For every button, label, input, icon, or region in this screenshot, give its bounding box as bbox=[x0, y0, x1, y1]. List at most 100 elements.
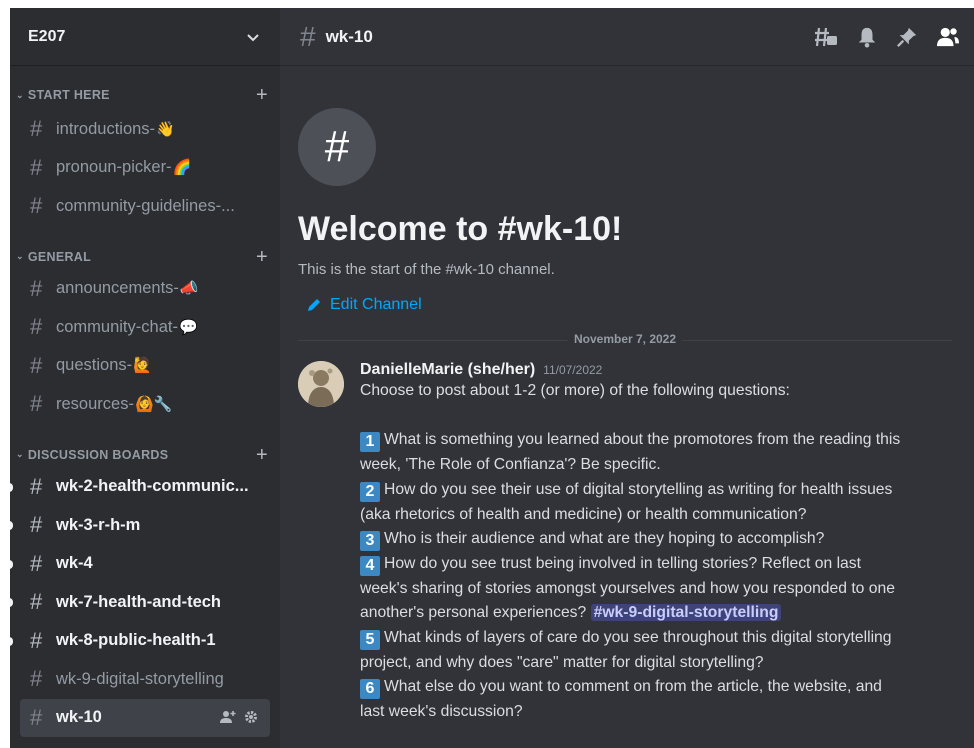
channel-name: resources- bbox=[56, 394, 134, 413]
channel-item[interactable]: # wk-9-digital-storytelling bbox=[20, 660, 270, 699]
channel-name: pronoun-picker- bbox=[56, 158, 172, 177]
channel-item[interactable]: # community-chat-💬 bbox=[20, 308, 270, 347]
category-header[interactable]: ⌄ START HERE + bbox=[10, 82, 280, 108]
channel-name: wk-9-digital-storytelling bbox=[56, 669, 224, 688]
question-3-text: Who is their audience and what are they … bbox=[384, 530, 825, 548]
hash-icon: # bbox=[30, 154, 43, 180]
hash-icon: # bbox=[30, 473, 43, 499]
channel-name: wk-7-health-and-tech bbox=[56, 592, 222, 611]
channel-title: wk-10 bbox=[325, 26, 373, 46]
question-5: 5 What kinds of layers of care do you see… bbox=[360, 626, 905, 675]
channel-item[interactable]: # wk-7-health-and-tech bbox=[10, 583, 270, 622]
channel-emoji: 🙆🔧 bbox=[134, 395, 173, 413]
hash-icon: # bbox=[30, 512, 43, 538]
hash-icon: # bbox=[30, 391, 43, 417]
add-channel-icon[interactable]: + bbox=[256, 445, 268, 465]
question-3: 3 Who is their audience and what are they… bbox=[360, 527, 905, 552]
chevron-down-icon: ⌄ bbox=[16, 449, 24, 459]
hash-icon: # bbox=[30, 352, 43, 378]
channel-item[interactable]: # questions-🙋 bbox=[20, 347, 270, 386]
keycap-2-icon: 2 bbox=[360, 481, 380, 502]
channel-item[interactable]: # resources-🙆🔧 bbox=[20, 385, 270, 424]
hash-icon: # bbox=[30, 275, 43, 301]
hash-icon: # bbox=[300, 20, 316, 52]
add-channel-icon[interactable]: + bbox=[256, 85, 268, 105]
keycap-5-icon: 5 bbox=[360, 630, 380, 651]
channel-name: community-chat- bbox=[56, 317, 178, 336]
hash-icon: # bbox=[30, 589, 43, 615]
hash-icon: # bbox=[30, 550, 43, 576]
date-divider-label: November 7, 2022 bbox=[567, 332, 683, 346]
category-header[interactable]: ⌄ GENERAL + bbox=[10, 244, 280, 270]
unread-indicator bbox=[10, 482, 13, 492]
hash-icon: # bbox=[30, 193, 43, 219]
keycap-4-icon: 4 bbox=[360, 555, 380, 576]
gear-icon[interactable] bbox=[244, 710, 258, 724]
hash-icon: # bbox=[30, 704, 43, 730]
invite-icon[interactable] bbox=[220, 710, 236, 724]
channel-item[interactable]: # announcements-📣 bbox=[20, 270, 270, 309]
message-author[interactable]: DanielleMarie (she/her) bbox=[360, 361, 535, 379]
avatar[interactable] bbox=[298, 361, 344, 407]
channel-name: announcements- bbox=[56, 279, 179, 298]
pin-icon[interactable] bbox=[896, 26, 918, 48]
channel-item[interactable]: # introductions-👋 bbox=[20, 110, 270, 149]
category-header[interactable]: ⌄ DISCUSSION BOARDS + bbox=[10, 442, 280, 468]
channel-mention[interactable]: #wk-9-digital-storytelling bbox=[590, 604, 782, 622]
channel-item[interactable]: # wk-3-r-h-m bbox=[10, 506, 270, 545]
channel-item[interactable]: # wk-4 bbox=[10, 545, 270, 584]
discord-window: E207 ⌄ START HERE + # introductions-👋 # pronou… bbox=[10, 8, 974, 748]
category-label: GENERAL bbox=[27, 249, 92, 264]
unread-indicator bbox=[10, 521, 13, 530]
date-divider: November 7, 2022 bbox=[298, 332, 952, 346]
hash-icon: # bbox=[30, 666, 43, 692]
welcome-subtitle: This is the start of the #wk-10 channel. bbox=[298, 261, 555, 278]
keycap-6-icon: 6 bbox=[360, 679, 380, 700]
channel-emoji: 💬 bbox=[178, 318, 198, 336]
server-header[interactable]: E207 bbox=[10, 8, 280, 66]
question-4: 4 How do you see trust being involved in … bbox=[360, 552, 905, 626]
question-1: 1 What is something you learned about the… bbox=[360, 428, 905, 477]
channel-list: ⌄ START HERE + # introductions-👋 # pronoun-pic… bbox=[10, 66, 280, 737]
channel-item[interactable]: # pronoun-picker-🌈 bbox=[20, 149, 270, 188]
channel-name: questions- bbox=[56, 356, 133, 375]
welcome-title: Welcome to #wk-10! bbox=[298, 210, 623, 248]
chevron-down-icon bbox=[247, 33, 259, 41]
chevron-down-icon: ⌄ bbox=[16, 251, 24, 261]
bell-icon[interactable] bbox=[856, 26, 878, 48]
edit-channel-link[interactable]: Edit Channel bbox=[306, 296, 974, 314]
member-list-icon[interactable] bbox=[936, 26, 960, 48]
unread-indicator bbox=[10, 559, 13, 569]
channel-emoji: 📣 bbox=[179, 280, 199, 298]
question-2-text: How do you see their use of digital stor… bbox=[360, 480, 893, 523]
channel-emoji: 🌈 bbox=[172, 159, 192, 177]
channel-name: wk-3-r-h-m bbox=[56, 515, 141, 534]
channel-item[interactable]: # wk-8-public-health-1 bbox=[10, 622, 270, 661]
question-5-text: What kinds of layers of care do you see … bbox=[360, 629, 892, 671]
channel-item[interactable]: # community-guidelines-... bbox=[20, 187, 270, 226]
hash-icon: # bbox=[30, 314, 43, 340]
pencil-icon bbox=[308, 299, 320, 311]
channel-name: introductions- bbox=[56, 119, 156, 138]
category-label: START HERE bbox=[27, 88, 110, 102]
question-1-text: What is something you learned about the … bbox=[360, 431, 901, 474]
chevron-down-icon: ⌄ bbox=[16, 89, 24, 100]
channel-item[interactable]: # wk-10 bbox=[20, 698, 270, 737]
unread-indicator bbox=[10, 598, 13, 607]
keycap-1-icon: 1 bbox=[360, 432, 380, 453]
edit-channel-label: Edit Channel bbox=[330, 296, 422, 313]
message: DanielleMarie (she/her) 11/07/2022 Choos… bbox=[280, 341, 974, 725]
question-6: 6 What else do you want to comment on fro… bbox=[360, 675, 905, 724]
threads-icon[interactable] bbox=[814, 25, 838, 49]
message-intro: Choose to post about 1-2 (or more) of th… bbox=[360, 382, 790, 399]
channel-name: wk-10 bbox=[56, 708, 102, 727]
message-content: Choose to post about 1-2 (or more) of th… bbox=[360, 379, 905, 725]
channel-name: wk-2-health-communic... bbox=[56, 477, 249, 496]
add-channel-icon[interactable]: + bbox=[256, 247, 268, 267]
channel-emoji: 👋 bbox=[156, 120, 175, 138]
channel-item[interactable]: # wk-2-health-communic... bbox=[10, 468, 270, 507]
channel-name: community-guidelines-... bbox=[56, 196, 235, 215]
message-timestamp: 11/07/2022 bbox=[543, 363, 603, 377]
channel-name: wk-4 bbox=[56, 554, 93, 573]
keycap-3-icon: 3 bbox=[360, 531, 380, 552]
